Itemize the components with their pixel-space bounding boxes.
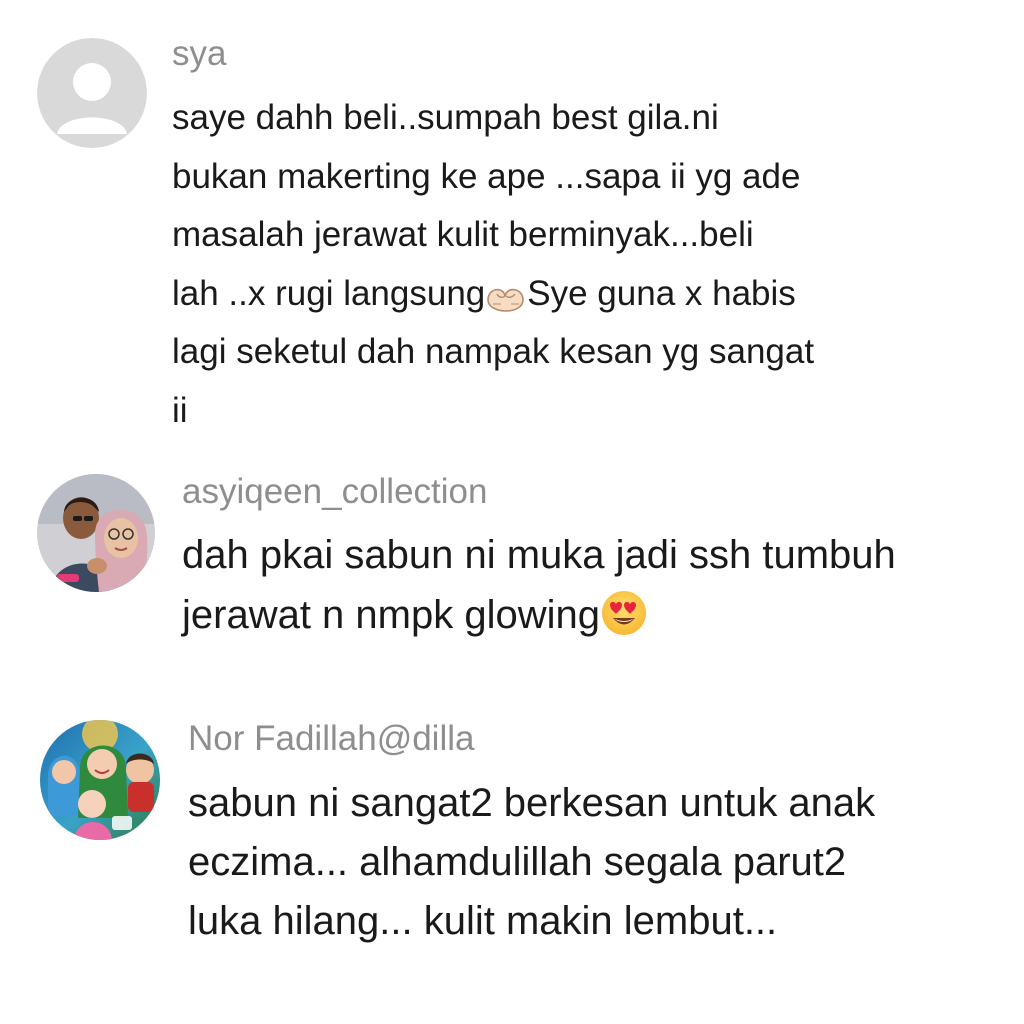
comment-line: saye dahh beli..sumpah best gila.ni xyxy=(172,98,719,137)
heart-hands-icon xyxy=(485,274,527,313)
comment-line: bukan makerting ke ape ...sapa ii yg ade xyxy=(172,156,801,196)
comment-line: masalah jerawat kulit berminyak...beli xyxy=(172,215,754,254)
comment-line: ii xyxy=(172,390,188,430)
comment-username[interactable]: sya xyxy=(172,34,226,74)
comment-line: lagi seketul dah nampak kesan yg sangat xyxy=(172,332,815,371)
heart-eyes-emoji-icon xyxy=(600,589,648,637)
comment-username[interactable]: Nor Fadillah@dilla xyxy=(188,719,474,759)
comment-line: jerawat n nmpk glowing xyxy=(182,585,896,645)
comment-line: lah ..x rugi langsung Sye guna x habis xyxy=(172,265,814,324)
comment-text: sabun ni sangat2 berkesan untuk anak ecz… xyxy=(188,774,875,951)
comment-line-segment: lah ..x rugi langsung xyxy=(172,273,486,313)
default-avatar-icon[interactable] xyxy=(37,38,147,148)
comment-text: saye dahh beli..sumpah best gila.ni buka… xyxy=(172,89,814,440)
comment-line: eczima... alhamdulillah segala parut2 xyxy=(188,840,847,884)
comment-line: dah pkai sabun ni muka jadi ssh tumbuh xyxy=(182,533,896,577)
comment-text: dah pkai sabun ni muka jadi ssh tumbuh j… xyxy=(182,525,896,645)
comment-username[interactable]: asyiqeen_collection xyxy=(182,472,487,512)
couple-photo-avatar[interactable] xyxy=(37,474,155,592)
family-cartoon-avatar[interactable] xyxy=(40,720,160,840)
comment-line: luka hilang... kulit makin lembut... xyxy=(188,899,778,943)
comment-line: sabun ni sangat2 berkesan untuk anak xyxy=(188,781,876,825)
comment-line-segment: jerawat n nmpk glowing xyxy=(182,593,600,637)
comment-line-segment: Sye guna x habis xyxy=(527,273,796,313)
